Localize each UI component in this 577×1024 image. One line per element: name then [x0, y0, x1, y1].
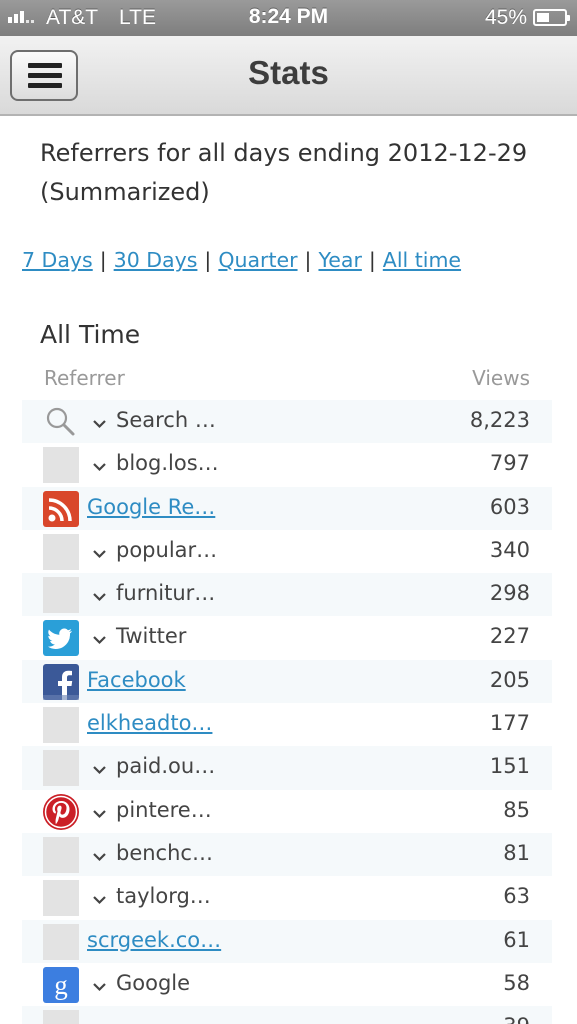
referrer-views: 63 [503, 884, 530, 909]
date-range-links: 7 Days | 30 Days | Quarter | Year | All time [22, 248, 461, 272]
referrer-link[interactable]: Google Re… [87, 495, 215, 519]
chevron-down-icon[interactable] [92, 845, 107, 862]
range-separator: | [368, 248, 376, 272]
referrer-views: 58 [503, 970, 530, 995]
chevron-down-icon[interactable] [92, 628, 107, 645]
referrer-label: taylorg… [116, 884, 211, 909]
referrer-label: popular… [116, 537, 218, 562]
chevron-down-icon[interactable] [92, 585, 107, 602]
referrer-label: furnitur… [116, 581, 216, 606]
table-row[interactable]: paid.ou… 151 [22, 746, 552, 790]
battery-percent: 45% [484, 6, 527, 29]
report-heading: Referrers for all days ending 2012-12-29… [40, 139, 528, 206]
table-row[interactable]: elkheadto… 177 [22, 703, 552, 746]
battery-icon [533, 9, 570, 26]
referrer-link[interactable]: Facebook [87, 668, 186, 692]
placeholder-icon [43, 836, 79, 873]
pinterest-icon [43, 793, 79, 830]
chevron-down-icon[interactable] [92, 758, 107, 775]
range-link-quarter[interactable]: Quarter [218, 248, 297, 272]
referrer-views: 39 [503, 1014, 530, 1024]
table-row[interactable]: blog.los… 797 [22, 443, 552, 486]
svg-text:g: g [54, 970, 68, 1000]
table-row[interactable]: Search … 8,223 [22, 400, 552, 444]
referrer-link[interactable]: elkheadto… [87, 711, 212, 735]
placeholder-icon [43, 880, 79, 917]
referrer-views: 340 [489, 537, 530, 562]
referrer-views: 81 [503, 840, 530, 865]
placeholder-icon [43, 707, 79, 744]
referrer-views: 177 [489, 711, 530, 736]
referrer-views: 797 [489, 451, 530, 476]
status-bar: AT&T LTE 8:24 PM 45% [0, 0, 577, 36]
referrer-link[interactable]: scrgeek.co… [87, 928, 221, 952]
referrer-label: Twitter [116, 624, 187, 649]
table-row[interactable]: popular… 340 [22, 530, 552, 573]
placeholder-icon [43, 447, 79, 484]
table-row[interactable]: Facebook 205 [22, 659, 552, 704]
table-row[interactable]: scrgeek.co… 61 [22, 919, 552, 963]
referrer-views: 151 [489, 754, 530, 779]
placeholder-icon [43, 750, 79, 787]
range-link-7-days[interactable]: 7 Days [22, 248, 93, 272]
table-row[interactable]: benchc… 81 [22, 832, 552, 877]
chevron-down-icon[interactable] [92, 542, 107, 558]
chevron-down-icon[interactable] [92, 1018, 107, 1024]
chevron-down-icon[interactable] [92, 455, 107, 472]
placeholder-icon [43, 577, 79, 614]
referrer-views: 85 [503, 797, 530, 822]
column-header-views: Views [472, 366, 530, 390]
facebook-icon [43, 663, 79, 700]
placeholder-icon [43, 533, 79, 570]
referrer-label: Google [116, 970, 191, 995]
referrer-label: Search … [116, 408, 216, 432]
chevron-down-icon[interactable] [92, 975, 107, 991]
range-link-year[interactable]: Year [318, 248, 361, 272]
referrer-table: Search … 8,223 blog.los… 797 Google Re… 603 po… [22, 400, 552, 1024]
chevron-down-icon[interactable] [92, 412, 107, 429]
table-row[interactable]: furnitur… 298 [22, 573, 552, 617]
twitter-icon [43, 620, 79, 657]
table-row[interactable]: taylorg… 63 [22, 876, 552, 919]
placeholder-icon [43, 923, 79, 960]
table-row[interactable]: g Google 58 [22, 963, 552, 1006]
table-row[interactable]: Twitter 227 [22, 616, 552, 659]
referrer-label: pintere… [116, 797, 212, 822]
referrer-views: 61 [503, 927, 530, 952]
table-row[interactable]: Google Re… 603 [22, 486, 552, 530]
google-icon: g [43, 966, 79, 1003]
referrer-label: paid.ou… [116, 754, 216, 779]
referrer-views: 298 [489, 581, 530, 606]
placeholder-icon [43, 1010, 79, 1024]
nav-bar: Stats [0, 36, 577, 116]
range-link-30-days[interactable]: 30 Days [114, 248, 198, 272]
page-title: Stats [248, 54, 329, 91]
range-separator: | [204, 248, 212, 272]
referrer-label: benchc… [116, 840, 213, 865]
section-title: All Time [40, 320, 141, 349]
rss-icon [43, 490, 79, 527]
range-separator: | [304, 248, 312, 272]
table-row[interactable]: 39 [22, 1006, 552, 1024]
referrer-views: 8,223 [469, 408, 530, 432]
referrer-label: blog.los… [116, 451, 219, 476]
column-header-referrer: Referrer [44, 366, 125, 390]
referrer-views: 603 [489, 494, 530, 519]
referrer-views: 227 [489, 624, 530, 649]
chevron-down-icon[interactable] [92, 888, 107, 905]
referrer-views: 205 [489, 667, 530, 692]
chevron-down-icon[interactable] [92, 802, 107, 818]
table-row[interactable]: pintere… 85 [22, 790, 552, 833]
range-separator: | [99, 248, 107, 272]
search-icon [43, 404, 79, 440]
range-link-all-time[interactable]: All time [383, 248, 461, 272]
